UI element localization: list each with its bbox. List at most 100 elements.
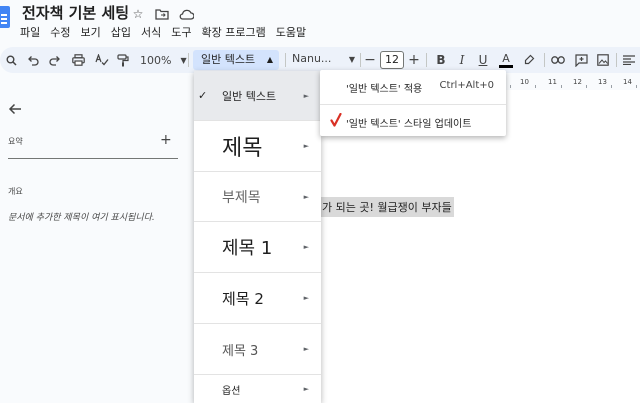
menu-file[interactable]: 파일 (20, 24, 40, 40)
document-page[interactable]: 가 되는 곳! 월급쟁이 부자들 (290, 90, 640, 403)
text-color-swatch (499, 64, 513, 68)
style-option-heading-1[interactable]: 제목 1 ► (194, 222, 321, 273)
outline-panel: 요약 + 개요 문서에 추가한 제목이 여기 표시됩니다. (0, 74, 194, 403)
font-value: Nanu... (292, 52, 332, 65)
add-summary-button[interactable]: + (160, 132, 172, 148)
menu-format[interactable]: 서식 (141, 24, 161, 40)
outline-label: 개요 (8, 187, 23, 196)
summary-divider (8, 158, 178, 159)
paint-format-icon[interactable] (116, 52, 130, 68)
paragraph-style-menu: ✓ 일반 텍스트 ► 제목 ► 부제목 ► 제목 1 ► 제목 2 ► 제목 3… (194, 71, 321, 403)
back-arrow-icon[interactable] (8, 100, 22, 119)
style-caret-icon: ▲ (266, 55, 273, 64)
increase-font-size-button[interactable]: + (408, 52, 420, 68)
document-title[interactable]: 전자책 기본 세팅 (22, 2, 129, 23)
style-option-label: 제목 2 (222, 289, 264, 308)
style-option-label: 일반 텍스트 (222, 89, 277, 103)
update-normal-text-style-item[interactable]: '일반 텍스트' 스타일 업데이트 (320, 107, 506, 135)
submenu-arrow-icon: ► (303, 385, 309, 393)
redo-icon[interactable] (48, 52, 62, 68)
ruler-tick (535, 85, 536, 88)
ruler-number: 12 (573, 78, 582, 86)
submenu-arrow-icon: ► (303, 142, 309, 150)
title-bar: 전자책 기본 세팅 ☆ 파일 수정 보기 삽입 서식 도구 확장 프로그램 도움… (0, 0, 640, 44)
ruler-tick (586, 85, 587, 88)
add-comment-icon[interactable] (573, 52, 589, 68)
summary-label: 요약 (8, 137, 23, 146)
outline-empty-hint: 문서에 추가한 제목이 여기 표시됩니다. (8, 213, 155, 223)
menu-view[interactable]: 보기 (81, 24, 101, 40)
font-size-input[interactable]: 12 (380, 51, 404, 69)
ruler-number: 13 (598, 78, 607, 86)
toolbar-divider (285, 53, 286, 67)
style-option-normal-text[interactable]: ✓ 일반 텍스트 ► (194, 71, 321, 121)
checkmark-icon: ✓ (198, 89, 208, 102)
ruler-tick (510, 85, 511, 88)
style-option-label: 부제목 (222, 189, 261, 206)
style-option-heading-2[interactable]: 제목 2 ► (194, 273, 321, 324)
ruler-number: 10 (520, 78, 529, 86)
ruler-number: 11 (548, 78, 557, 86)
submenu-divider (320, 104, 506, 105)
ruler-number: 14 (623, 78, 632, 86)
spellcheck-icon[interactable] (94, 52, 110, 68)
paragraph-style-value: 일반 텍스트 (201, 53, 256, 66)
style-option-label: 옵션 (222, 385, 241, 397)
zoom-value: 100% (140, 53, 172, 67)
docs-logo-icon[interactable] (0, 6, 10, 28)
search-menus-icon[interactable] (4, 52, 18, 68)
zoom-select[interactable]: 100% ▼ (140, 52, 187, 68)
cloud-status-icon[interactable] (178, 6, 194, 22)
red-check-mark-icon (330, 113, 342, 127)
apply-normal-text-item[interactable]: '일반 텍스트' 적용 Ctrl+Alt+0 (320, 72, 506, 100)
italic-button[interactable]: I (456, 52, 468, 68)
submenu-arrow-icon: ► (303, 91, 309, 100)
apply-normal-text-shortcut: Ctrl+Alt+0 (439, 80, 494, 91)
star-icon[interactable]: ☆ (130, 6, 146, 22)
toolbar: 100% ▼ 일반 텍스트 ▲ Nanu... ▼ − 12 + B I U A (0, 47, 640, 73)
style-option-subtitle[interactable]: 부제목 ► (194, 172, 321, 222)
menu-tools[interactable]: 도구 (171, 24, 191, 40)
ruler-tick (636, 85, 637, 88)
ruler-tick (561, 85, 562, 88)
submenu-arrow-icon: ► (303, 294, 309, 302)
decrease-font-size-button[interactable]: − (364, 52, 376, 68)
paragraph-style-select[interactable]: 일반 텍스트 ▲ (193, 50, 279, 70)
menu-edit[interactable]: 수정 (50, 24, 70, 40)
update-normal-text-style-label: '일반 텍스트' 스타일 업데이트 (346, 119, 472, 130)
menu-insert[interactable]: 삽입 (111, 24, 131, 40)
ruler-tick (611, 85, 612, 88)
submenu-arrow-icon: ► (303, 345, 309, 353)
toolbar-divider (616, 53, 617, 67)
toolbar-divider (544, 53, 545, 67)
menu-help[interactable]: 도움말 (276, 24, 306, 40)
submenu-arrow-icon: ► (303, 243, 309, 251)
bold-button[interactable]: B (434, 52, 448, 68)
normal-text-submenu: '일반 텍스트' 적용 Ctrl+Alt+0 '일반 텍스트' 스타일 업데이트 (320, 70, 506, 136)
highlight-color-icon[interactable] (522, 52, 536, 68)
toolbar-divider (426, 53, 427, 67)
menu-extensions[interactable]: 확장 프로그램 (202, 24, 266, 40)
selected-text[interactable]: 가 되는 곳! 월급쟁이 부자들 (320, 197, 454, 217)
style-option-label: 제목 1 (222, 238, 273, 259)
move-folder-icon[interactable] (154, 6, 170, 22)
text-color-button[interactable]: A (498, 52, 514, 68)
print-icon[interactable] (70, 52, 86, 68)
menu-bar: 파일 수정 보기 삽입 서식 도구 확장 프로그램 도움말 (20, 24, 306, 40)
apply-normal-text-label: '일반 텍스트' 적용 (346, 84, 423, 95)
style-option-options[interactable]: 옵션 ► (194, 375, 321, 403)
font-select[interactable]: Nanu... ▼ (292, 52, 355, 65)
submenu-arrow-icon: ► (303, 192, 309, 201)
insert-link-icon[interactable] (550, 52, 566, 68)
zoom-caret-icon: ▼ (180, 55, 187, 65)
font-caret-icon: ▼ (348, 55, 356, 64)
insert-image-icon[interactable] (596, 52, 610, 68)
style-option-label: 제목 (222, 136, 263, 161)
text-color-letter: A (502, 51, 510, 65)
align-left-icon[interactable] (622, 52, 636, 68)
underline-button[interactable]: U (477, 52, 489, 68)
style-option-title[interactable]: 제목 ► (194, 121, 321, 172)
undo-icon[interactable] (26, 52, 40, 68)
style-option-heading-3[interactable]: 제목 3 ► (194, 324, 321, 375)
toolbar-divider (188, 53, 189, 67)
